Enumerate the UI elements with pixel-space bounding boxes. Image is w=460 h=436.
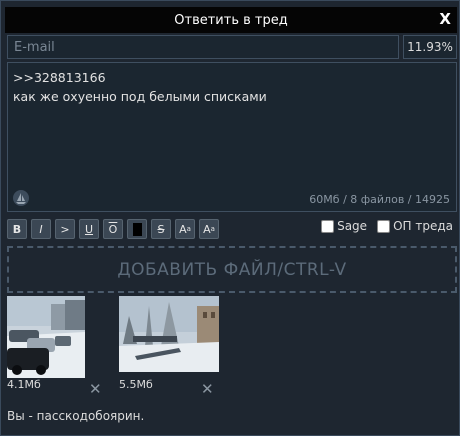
underline-button[interactable]: U xyxy=(79,219,99,239)
sage-label: Sage xyxy=(337,219,368,233)
sail-icon[interactable] xyxy=(12,189,30,207)
snowy-street-image[interactable] xyxy=(119,296,219,372)
op-checkbox[interactable] xyxy=(377,219,391,233)
reply-form: Ответить в тред X 11.93% >>328813166 как… xyxy=(0,0,460,436)
overline-button[interactable]: O xyxy=(103,219,123,239)
sage-checkbox[interactable] xyxy=(321,219,335,233)
file-thumbnail: 5.5Мб ✕ xyxy=(119,296,223,398)
superscript-letter: A xyxy=(179,222,187,236)
message-box[interactable]: >>328813166 как же охуенно под белыми сп… xyxy=(7,62,457,212)
strike-button[interactable]: S xyxy=(151,219,171,239)
subscript-button[interactable]: Aa xyxy=(199,219,219,239)
title-bar[interactable]: Ответить в тред X xyxy=(5,7,457,33)
file-size: 5.5Мб xyxy=(119,378,153,391)
superscript-mark: a xyxy=(186,225,191,233)
spoiler-button[interactable] xyxy=(127,219,147,239)
spoiler-icon xyxy=(132,222,142,236)
post-options: Sage ОП треда xyxy=(321,219,453,233)
op-label: ОП треда xyxy=(393,219,453,233)
add-file-dropzone[interactable]: ДОБАВИТЬ ФАЙЛ/CTRL-V xyxy=(7,246,457,293)
file-size: 4.1Мб xyxy=(7,378,41,391)
email-field[interactable] xyxy=(7,35,399,59)
upload-progress: 11.93% xyxy=(403,35,457,59)
parking-lot-image[interactable] xyxy=(7,296,85,378)
remove-file-button[interactable]: ✕ xyxy=(201,380,214,398)
upload-limits: 60Мб / 8 файлов / 14925 xyxy=(309,193,450,206)
superscript-button[interactable]: Aa xyxy=(175,219,195,239)
dialog-title: Ответить в тред xyxy=(174,12,288,28)
remove-file-button[interactable]: ✕ xyxy=(89,380,102,398)
subscript-letter: A xyxy=(203,222,211,236)
passcode-status: Вы - пасскодобоярин. xyxy=(7,409,145,423)
op-option[interactable]: ОП треда xyxy=(377,219,453,233)
file-thumbnail: 4.1Мб ✕ xyxy=(7,296,111,398)
sage-option[interactable]: Sage xyxy=(321,219,367,233)
message-textarea[interactable]: >>328813166 как же охуенно под белыми сп… xyxy=(13,68,451,106)
email-row: 11.93% xyxy=(7,35,457,59)
close-button[interactable]: X xyxy=(439,10,451,28)
dropzone-label: ДОБАВИТЬ ФАЙЛ/CTRL-V xyxy=(117,259,347,280)
bold-button[interactable]: B xyxy=(7,219,27,239)
quote-button[interactable]: > xyxy=(55,219,75,239)
format-toolbar: B I > U O S Aa Aa xyxy=(7,218,219,240)
subscript-mark: a xyxy=(210,225,215,233)
italic-button[interactable]: I xyxy=(31,219,51,239)
